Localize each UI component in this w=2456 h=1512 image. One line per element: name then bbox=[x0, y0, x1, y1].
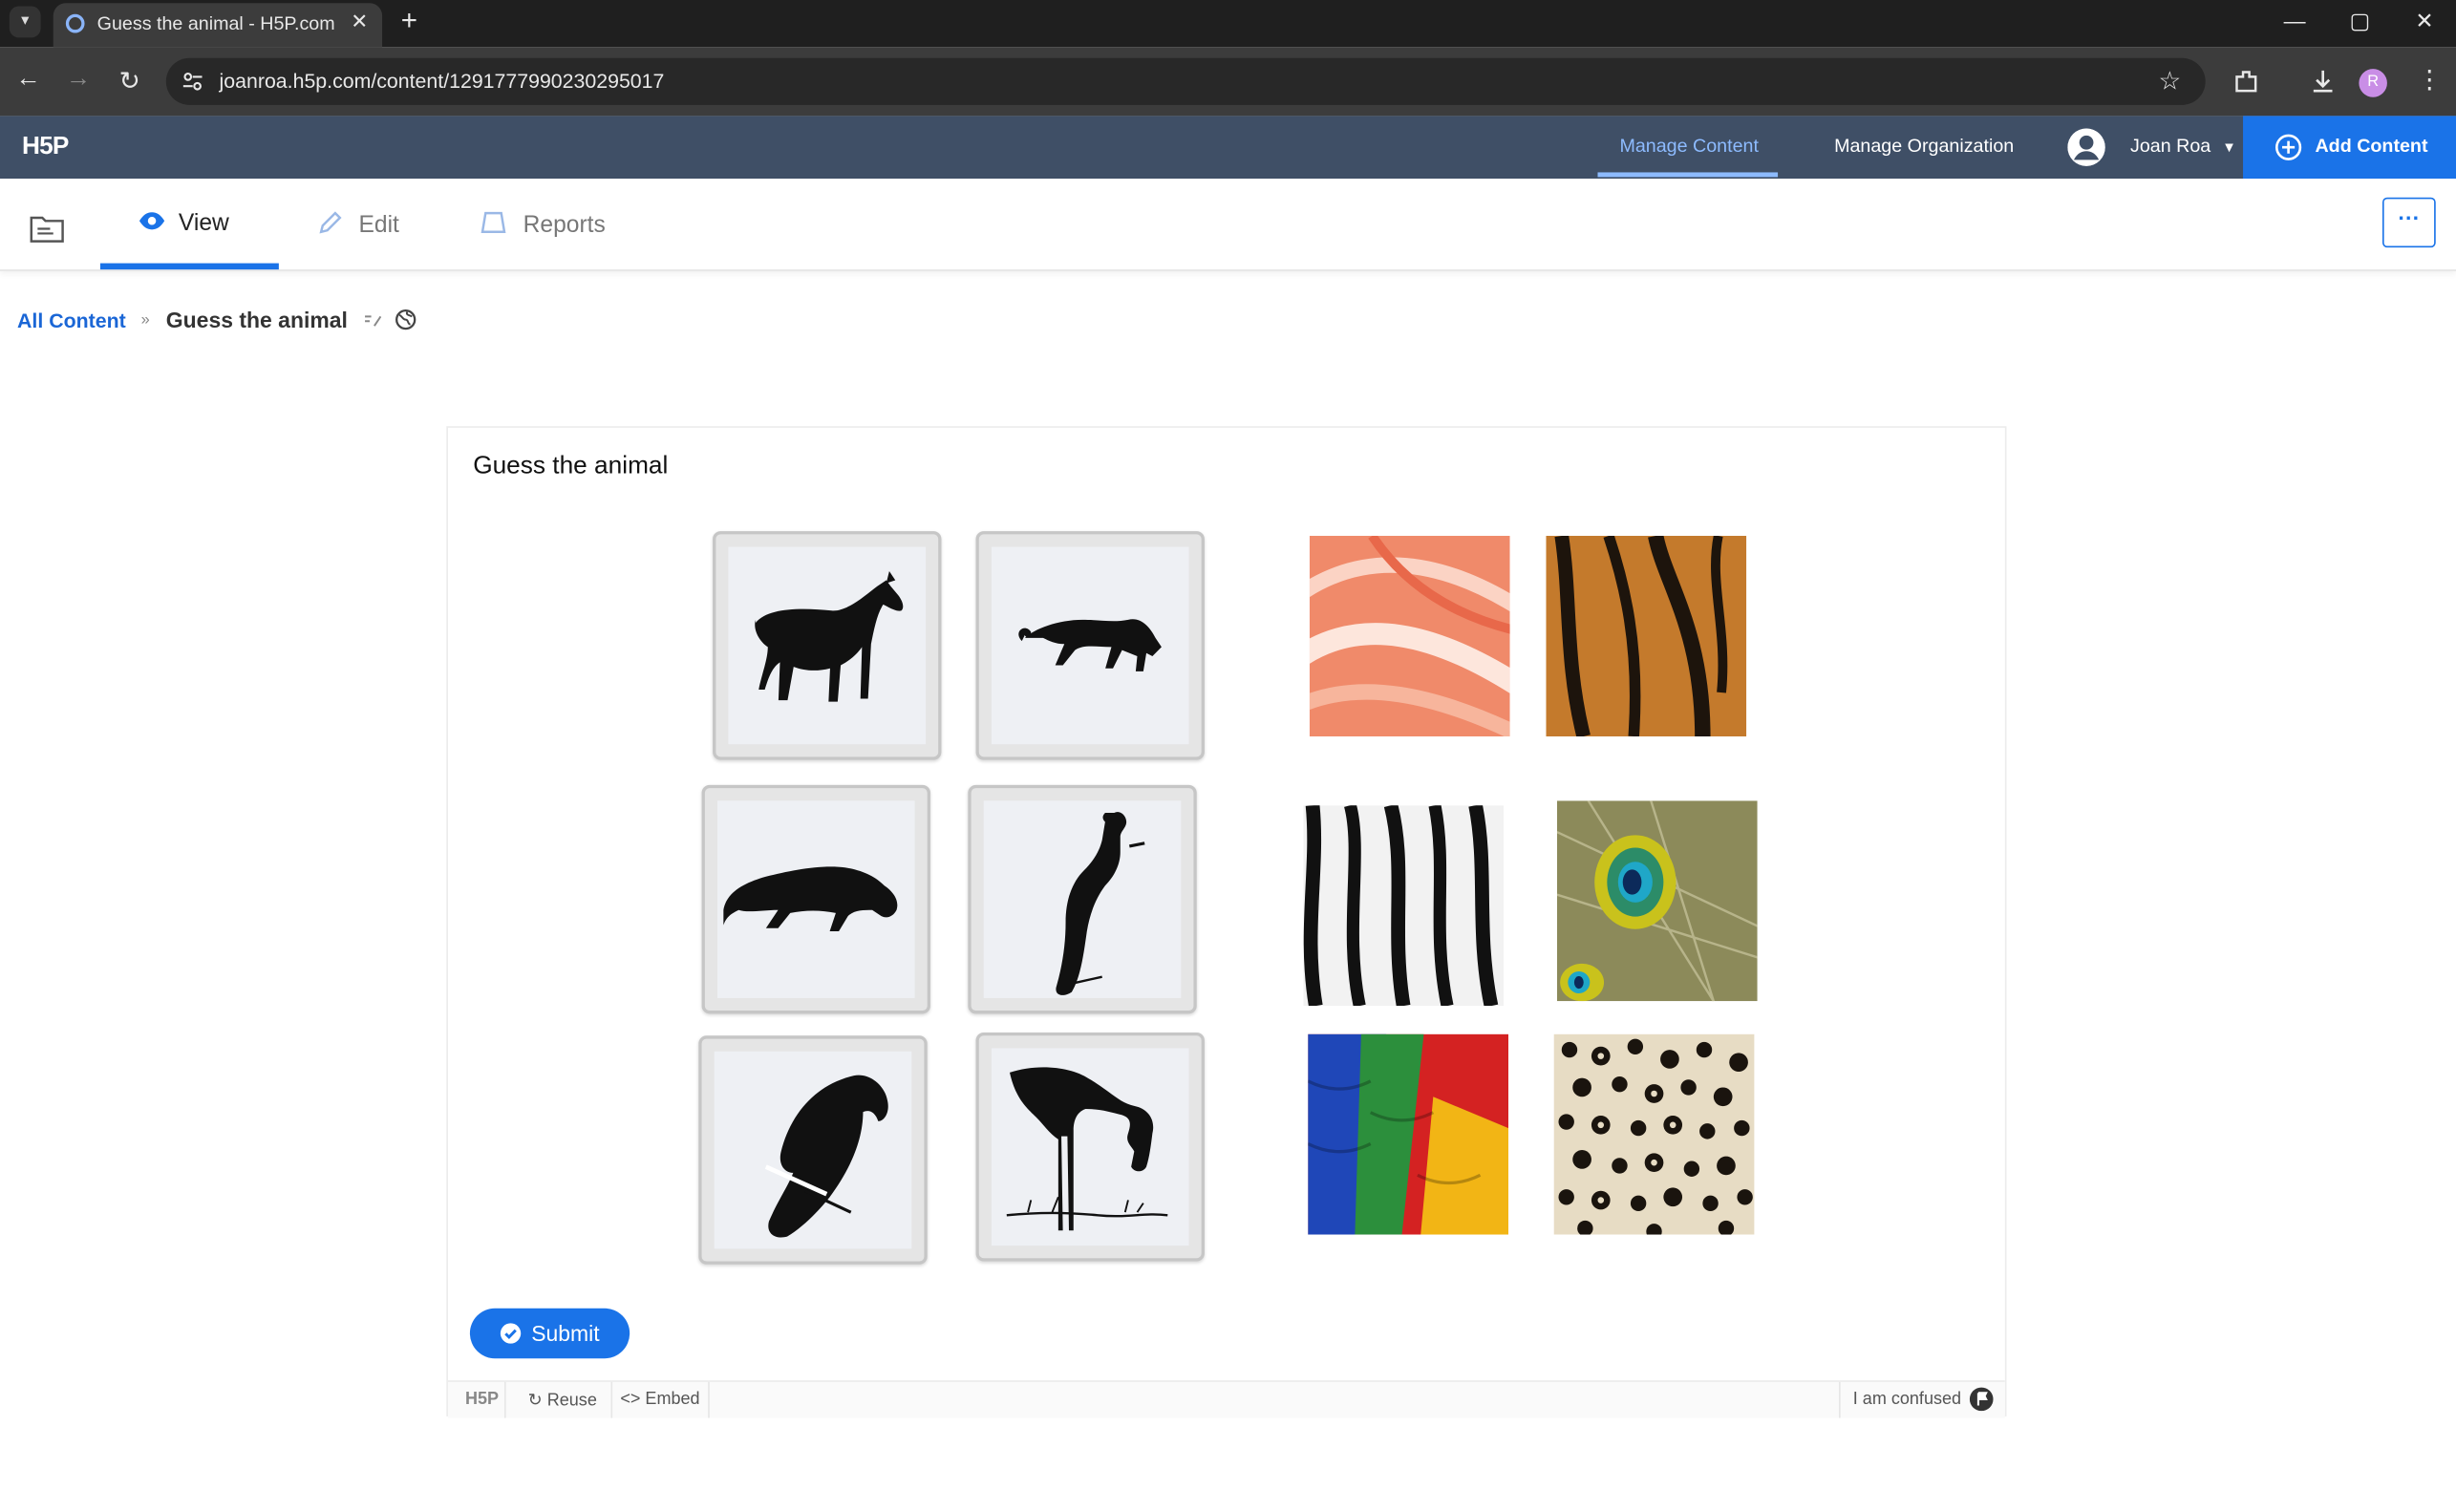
pencil-icon bbox=[319, 211, 342, 234]
macaw-feathers-image bbox=[1308, 1033, 1509, 1235]
submit-label: Submit bbox=[531, 1320, 600, 1347]
tab-view[interactable]: View bbox=[138, 210, 229, 237]
h5p-logo[interactable]: H5P bbox=[22, 133, 69, 161]
address-bar[interactable]: joanroa.h5p.com/content/1291777990230295… bbox=[165, 57, 2206, 105]
confused-label: I am confused bbox=[1852, 1390, 1962, 1409]
profile-avatar[interactable]: R bbox=[2359, 69, 2387, 97]
site-settings-icon[interactable] bbox=[182, 71, 203, 93]
texture-image-macaw-feathers[interactable] bbox=[1308, 1033, 1509, 1235]
plus-circle-icon bbox=[2274, 134, 2302, 160]
submit-button[interactable]: Submit bbox=[469, 1308, 630, 1359]
user-avatar-icon[interactable] bbox=[2067, 128, 2105, 166]
footer-divider bbox=[503, 1381, 506, 1418]
caret-down-icon: ▼ bbox=[2222, 138, 2236, 156]
tab-edit-label: Edit bbox=[358, 211, 399, 239]
browser-tab-title: Guess the animal - H5P.com bbox=[96, 12, 335, 35]
maximize-icon[interactable]: ▢ bbox=[2350, 8, 2371, 34]
close-tab-icon[interactable]: ✕ bbox=[351, 10, 368, 34]
footer-divider bbox=[610, 1381, 613, 1418]
back-arrow-icon[interactable]: ← bbox=[15, 66, 40, 95]
embed-button[interactable]: <> Embed bbox=[620, 1390, 699, 1409]
content-type-icon bbox=[365, 315, 382, 327]
panther-silhouette-icon bbox=[1018, 619, 1162, 671]
zebra-stripes-image bbox=[1303, 805, 1505, 1007]
silhouette-card-parrot[interactable] bbox=[698, 1035, 928, 1265]
content-tabs-bar: View Edit Reports ··· bbox=[0, 179, 2456, 271]
tab-reports[interactable]: Reports bbox=[480, 210, 606, 239]
browser-toolbar: ← → ↻ joanroa.h5p.com/content/1291777990… bbox=[0, 47, 2456, 117]
browser-tab-strip: ▾ Guess the animal - H5P.com ✕ + — ▢ ✕ bbox=[0, 0, 2456, 48]
eye-icon bbox=[139, 212, 165, 230]
embed-code-icon: <> bbox=[620, 1390, 641, 1409]
texture-image-peacock-feather[interactable] bbox=[1556, 800, 1758, 1002]
confused-flag-icon[interactable] bbox=[1969, 1387, 1994, 1412]
h5p-header: H5P Manage Content Manage Organization J… bbox=[0, 116, 2456, 180]
close-window-icon[interactable]: ✕ bbox=[2415, 8, 2433, 34]
forward-arrow-icon[interactable]: → bbox=[66, 66, 91, 95]
public-globe-icon bbox=[395, 309, 416, 330]
h5p-actions-bar: H5P ↻ Reuse <> Embed I am confused bbox=[447, 1380, 2005, 1418]
reuse-icon: ↻ bbox=[527, 1391, 543, 1411]
check-circle-icon bbox=[501, 1323, 522, 1344]
reuse-label: Reuse bbox=[546, 1391, 597, 1411]
browser-menu-icon[interactable]: ⋮ bbox=[2417, 64, 2442, 96]
new-tab-button[interactable]: + bbox=[401, 5, 417, 37]
texture-image-zebra-stripes[interactable] bbox=[1303, 805, 1505, 1007]
folder-icon[interactable] bbox=[29, 213, 66, 245]
silhouette-card-tiger[interactable] bbox=[701, 784, 930, 1014]
user-name: Joan Roa bbox=[2129, 135, 2211, 158]
tab-edit[interactable]: Edit bbox=[318, 210, 399, 239]
reload-icon[interactable]: ↻ bbox=[119, 66, 140, 97]
leopard-spots-image bbox=[1553, 1033, 1755, 1235]
downloads-icon[interactable] bbox=[2309, 68, 2338, 96]
embed-label: Embed bbox=[645, 1390, 700, 1409]
add-content-button[interactable]: Add Content bbox=[2243, 116, 2456, 180]
tab-list-button[interactable]: ▾ bbox=[9, 6, 41, 38]
footer-divider bbox=[708, 1381, 710, 1418]
reuse-button[interactable]: ↻ Reuse bbox=[527, 1390, 597, 1411]
more-options-button[interactable]: ··· bbox=[2381, 197, 2436, 248]
texture-image-flamingo-feathers[interactable] bbox=[1309, 536, 1510, 736]
flamingo-feathers-image bbox=[1309, 536, 1510, 736]
nav-manage-organization[interactable]: Manage Organization bbox=[1834, 135, 2014, 157]
i-am-confused-button[interactable]: I am confused bbox=[1853, 1390, 1961, 1409]
breadcrumb-current: Guess the animal bbox=[165, 307, 348, 332]
flamingo-silhouette-icon bbox=[1006, 1067, 1168, 1231]
silhouette-card-panther[interactable] bbox=[975, 531, 1205, 760]
minimize-icon[interactable]: — bbox=[2284, 8, 2306, 32]
peacock-silhouette-icon bbox=[1056, 812, 1145, 995]
horse-silhouette-icon bbox=[755, 570, 904, 702]
silhouette-card-horse[interactable] bbox=[713, 531, 942, 760]
user-menu[interactable]: Joan Roa ▼ bbox=[2130, 135, 2236, 157]
bookmark-star-icon[interactable]: ☆ bbox=[2159, 66, 2182, 97]
reports-icon bbox=[481, 211, 506, 234]
footer-divider bbox=[1839, 1381, 1841, 1418]
browser-tab[interactable]: Guess the animal - H5P.com ✕ bbox=[53, 3, 383, 48]
silhouette-card-flamingo[interactable] bbox=[975, 1033, 1205, 1262]
silhouette-card-peacock[interactable] bbox=[968, 784, 1197, 1014]
tab-reports-label: Reports bbox=[523, 211, 606, 239]
peacock-feather-image bbox=[1556, 800, 1758, 1002]
texture-image-tiger-stripes[interactable] bbox=[1546, 536, 1747, 736]
content-title: Guess the animal bbox=[473, 453, 669, 479]
active-tab-indicator bbox=[99, 263, 279, 270]
breadcrumb-all-content[interactable]: All Content bbox=[17, 309, 126, 332]
tiger-stripes-image bbox=[1546, 536, 1747, 736]
h5p-content-panel: Guess the animal Submit H5P ↻ Reuse <> E… bbox=[446, 426, 2007, 1418]
tab-view-label: View bbox=[178, 209, 229, 237]
breadcrumb-separator: » bbox=[140, 311, 150, 330]
h5p-footer-logo[interactable]: H5P bbox=[465, 1390, 499, 1409]
tiger-silhouette-icon bbox=[723, 866, 898, 931]
add-content-label: Add Content bbox=[2315, 135, 2428, 158]
url-text: joanroa.h5p.com/content/1291777990230295… bbox=[219, 69, 665, 93]
texture-image-leopard-spots[interactable] bbox=[1553, 1033, 1755, 1235]
h5p-favicon-icon bbox=[65, 13, 85, 33]
nav-manage-content[interactable]: Manage Content bbox=[1619, 135, 1758, 157]
active-nav-indicator bbox=[1597, 172, 1779, 178]
extensions-icon[interactable] bbox=[2232, 68, 2261, 96]
parrot-silhouette-icon bbox=[764, 1075, 888, 1238]
